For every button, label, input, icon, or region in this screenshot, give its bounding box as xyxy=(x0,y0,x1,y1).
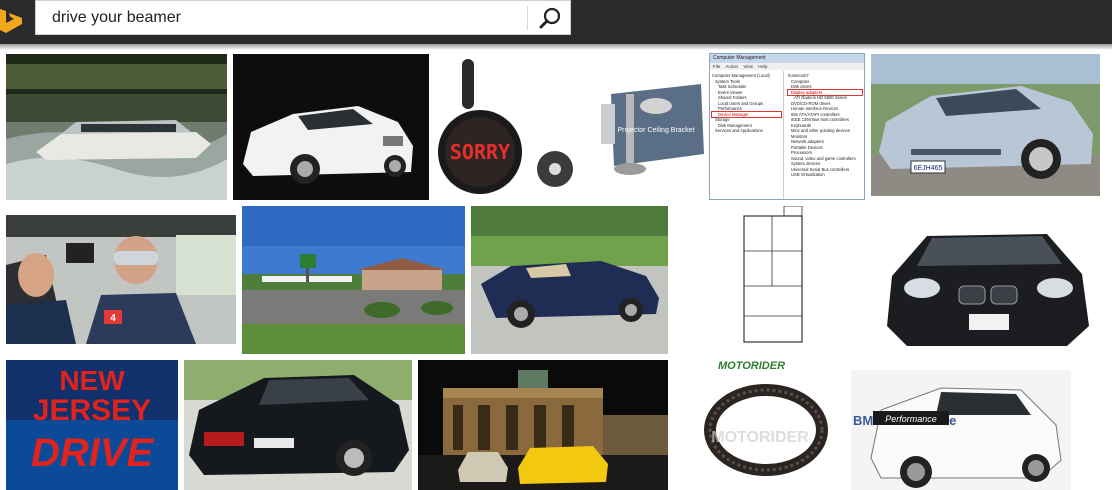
menu-help: Help xyxy=(758,64,768,69)
menu-view: View xyxy=(743,64,753,69)
image-result-news-crew-car[interactable]: 4 xyxy=(6,215,236,344)
bracket-box-label: Projector Ceiling Bracket xyxy=(617,127,694,134)
search-button[interactable] xyxy=(533,4,567,32)
led-sign-text: SORRY xyxy=(450,140,510,164)
poster-line-3: DRIVE xyxy=(31,431,155,475)
station-badge: 4 xyxy=(110,313,116,324)
top-bar xyxy=(0,0,1112,44)
search-box xyxy=(35,0,571,35)
motorider-watermark: MOTORIDER xyxy=(711,429,809,446)
image-result-black-bmw-rear[interactable] xyxy=(184,360,412,490)
image-result-jet-boat[interactable] xyxy=(6,54,227,200)
image-result-ceiling-bracket[interactable]: Projector Ceiling Bracket xyxy=(586,54,706,200)
image-result-led-sign[interactable]: SORRY xyxy=(435,54,580,200)
poster-line-2: JERSEY xyxy=(33,394,151,427)
device-pane: homecom7 Computer Disk drives Display ad… xyxy=(786,71,864,199)
image-result-drive-belt[interactable]: MOTORIDER MOTORIDER xyxy=(674,360,846,490)
window-titlebar: Computer Management xyxy=(710,54,864,63)
image-result-computer-management[interactable]: Computer Management File Action View Hel… xyxy=(709,53,865,200)
window-menubar: File Action View Help xyxy=(710,63,864,70)
menu-file: File xyxy=(713,64,721,69)
image-result-silver-bmw-coupe[interactable]: 6EJH465 xyxy=(871,54,1100,196)
license-plate-text: 6EJH465 xyxy=(914,165,943,172)
bing-logo-icon[interactable] xyxy=(0,6,24,34)
magnifier-icon xyxy=(539,7,561,29)
image-result-white-bmw-1-series[interactable]: BM Performance Performance xyxy=(851,370,1071,490)
search-input[interactable] xyxy=(52,5,532,31)
menu-action: Action xyxy=(725,64,739,69)
image-result-blue-convertible[interactable] xyxy=(471,206,668,354)
image-result-floor-plan[interactable] xyxy=(674,206,871,354)
image-result-white-bmw-sedan[interactable] xyxy=(233,54,429,200)
top-bar-shadow xyxy=(0,44,1112,50)
image-result-new-jersey-drive-poster[interactable]: NEW JERSEY DRIVE xyxy=(6,360,178,490)
image-result-roadside-motel[interactable] xyxy=(242,206,465,354)
motorider-brand: MOTORIDER xyxy=(718,360,785,372)
tree-item: Services and Applications xyxy=(715,128,763,133)
performance-overlay: Performance xyxy=(885,414,937,424)
search-separator xyxy=(527,6,528,30)
image-result-brandenburg-gate[interactable] xyxy=(418,360,668,490)
device-item: USB Virtualization xyxy=(791,172,825,177)
image-result-black-bmw-front[interactable] xyxy=(877,206,1100,354)
tree-pane: Computer Management (Local) System Tools… xyxy=(710,71,784,199)
poster-line-1: NEW xyxy=(59,365,125,396)
